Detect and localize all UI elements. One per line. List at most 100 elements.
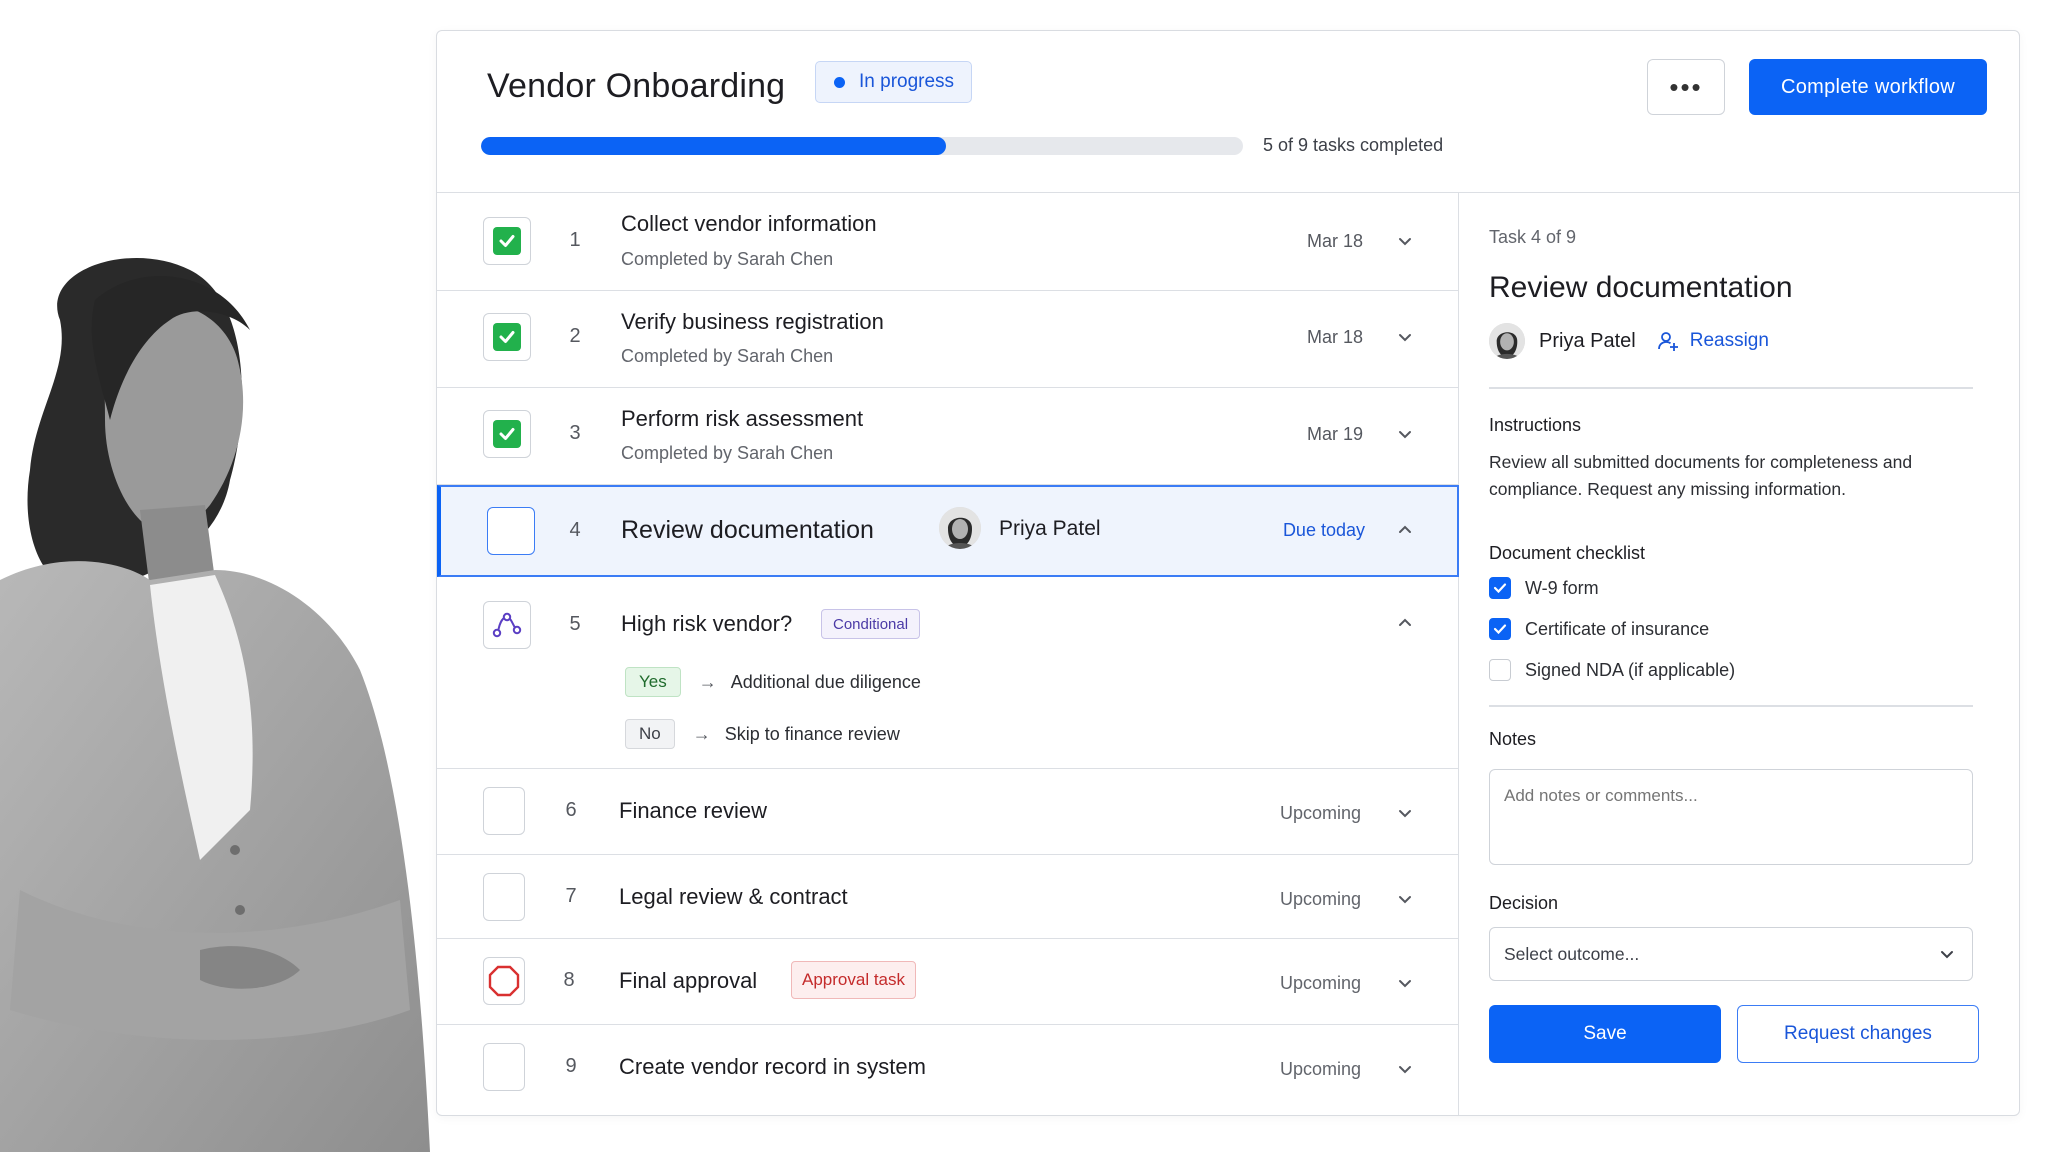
task-row-1[interactable]: 1 Collect vendor information Completed b… [437, 193, 1459, 291]
task-number: 1 [569, 229, 581, 251]
checklist-item-label: Certificate of insurance [1525, 618, 1710, 639]
checkmark-icon [493, 323, 521, 351]
task-row-3[interactable]: 3 Perform risk assessment Completed by S… [437, 388, 1459, 485]
workflow-header: Vendor Onboarding In progress ••• Comple… [437, 31, 2019, 193]
conditional-badge: Conditional [821, 609, 921, 639]
chevron-down-icon[interactable] [1395, 231, 1415, 251]
task-row-4[interactable]: 4 Review documentation Priya Patel Due t… [437, 485, 1459, 577]
task-name: Create vendor record in system [619, 1054, 926, 1079]
divider [1489, 387, 1973, 389]
checkbox-unchecked[interactable] [1489, 659, 1511, 681]
branch-yes: Yes → Additional due diligence [625, 667, 921, 697]
chevron-down-icon[interactable] [1395, 327, 1415, 347]
task-completed-by: Completed by Sarah Chen [621, 443, 834, 463]
save-button[interactable]: Save [1489, 1005, 1721, 1063]
task-name: Final approval [619, 968, 758, 993]
task-checkbox-7[interactable] [483, 873, 525, 921]
task-checkbox-1[interactable] [483, 217, 531, 265]
progress-bar [481, 137, 1243, 155]
task-row-9[interactable]: 9 Create vendor record in system Upcomin… [437, 1025, 1459, 1115]
person-photo [0, 250, 430, 1152]
divider [1489, 705, 1973, 707]
status-dot-icon [834, 76, 845, 88]
task-name: Legal review & contract [619, 884, 848, 909]
complete-workflow-button[interactable]: Complete workflow [1749, 59, 1987, 115]
approval-badge: Approval task [791, 961, 916, 999]
branch-icon [492, 612, 522, 638]
panel-assignee: Priya Patel Reassign [1489, 323, 1769, 359]
chevron-down-icon[interactable] [1395, 889, 1415, 909]
progress-text: 5 of 9 tasks completed [1263, 135, 1444, 155]
task-completed-by: Completed by Sarah Chen [621, 249, 834, 269]
decision-label: Decision [1489, 893, 1559, 913]
chevron-up-icon[interactable] [1395, 613, 1415, 633]
branch-result: Additional due diligence [730, 671, 921, 692]
task-detail-panel: Task 4 of 9 Review documentation Priya P… [1459, 193, 2019, 1115]
panel-title: Review documentation [1489, 271, 1793, 304]
checkmark-icon [493, 420, 521, 448]
approval-task-icon-box[interactable] [483, 957, 525, 1005]
more-options-button[interactable]: ••• [1647, 59, 1725, 115]
notes-input[interactable] [1489, 769, 1973, 865]
checklist-item-label: W-9 form [1525, 577, 1599, 598]
task-date: Mar 18 [1306, 327, 1363, 347]
task-name: Finance review [619, 798, 767, 823]
task-checkbox-4[interactable] [487, 507, 535, 555]
task-number: 2 [569, 325, 581, 347]
task-number: 5 [569, 613, 581, 635]
page-title: Vendor Onboarding [487, 67, 786, 105]
task-checkbox-6[interactable] [483, 787, 525, 835]
task-checkbox-9[interactable] [483, 1043, 525, 1091]
due-label: Due today [1282, 520, 1365, 540]
task-checkbox-2[interactable] [483, 313, 531, 361]
task-number: 4 [569, 519, 581, 541]
task-row-2[interactable]: 2 Verify business registration Completed… [437, 291, 1459, 388]
instructions-text: Review all submitted documents for compl… [1489, 452, 1913, 499]
task-status: Upcoming [1279, 889, 1361, 909]
task-status: Upcoming [1279, 973, 1361, 993]
avatar [1489, 323, 1525, 359]
task-name: Perform risk assessment [621, 406, 864, 431]
status-label: In progress [859, 71, 955, 92]
task-status: Upcoming [1279, 803, 1361, 823]
decision-value: Select outcome... [1504, 943, 1640, 964]
chevron-down-icon[interactable] [1395, 424, 1415, 444]
checklist-item-nda[interactable]: Signed NDA (if applicable) [1489, 659, 1735, 681]
task-number: 3 [569, 422, 581, 444]
chevron-down-icon[interactable] [1395, 973, 1415, 993]
task-checkbox-3[interactable] [483, 410, 531, 458]
reassign-link[interactable]: Reassign [1656, 329, 1769, 353]
checklist-item-w9[interactable]: W-9 form [1489, 577, 1599, 599]
chevron-up-icon[interactable] [1395, 520, 1415, 540]
checkbox-checked[interactable] [1489, 618, 1511, 640]
ellipsis-icon: ••• [1669, 71, 1703, 102]
task-status: Upcoming [1279, 1059, 1361, 1079]
checklist-item-insurance[interactable]: Certificate of insurance [1489, 618, 1709, 640]
request-changes-button[interactable]: Request changes [1737, 1005, 1979, 1063]
task-row-6[interactable]: 6 Finance review Upcoming [437, 769, 1459, 855]
progress-fill [481, 137, 946, 155]
conditional-task-icon-box [483, 601, 531, 649]
instructions-label: Instructions [1489, 415, 1582, 435]
task-number: 6 [565, 799, 577, 821]
checkbox-checked[interactable] [1489, 577, 1511, 599]
branch-no: No → Skip to finance review [625, 719, 900, 749]
task-number: 8 [563, 969, 575, 991]
task-row-5[interactable]: 5 High risk vendor? Conditional Yes → Ad… [437, 577, 1459, 769]
branch-result: Skip to finance review [724, 723, 900, 744]
task-name: Review documentation [621, 516, 874, 544]
workflow-card: Vendor Onboarding In progress ••• Comple… [436, 30, 2020, 1116]
decision-select[interactable]: Select outcome... [1489, 927, 1973, 981]
task-completed-by: Completed by Sarah Chen [621, 346, 834, 366]
chevron-down-icon[interactable] [1395, 1059, 1415, 1079]
task-number: 7 [565, 885, 577, 907]
chevron-down-icon[interactable] [1395, 803, 1415, 823]
stop-octagon-icon [488, 965, 520, 997]
branch-option-yes: Yes [625, 667, 681, 697]
arrow-right-icon: → [692, 723, 711, 744]
task-date: Mar 19 [1306, 424, 1363, 444]
task-counter: Task 4 of 9 [1489, 227, 1577, 247]
avatar [939, 507, 981, 549]
task-row-7[interactable]: 7 Legal review & contract Upcoming [437, 855, 1459, 939]
task-row-8[interactable]: 8 Final approval Approval task Upcoming [437, 939, 1459, 1025]
